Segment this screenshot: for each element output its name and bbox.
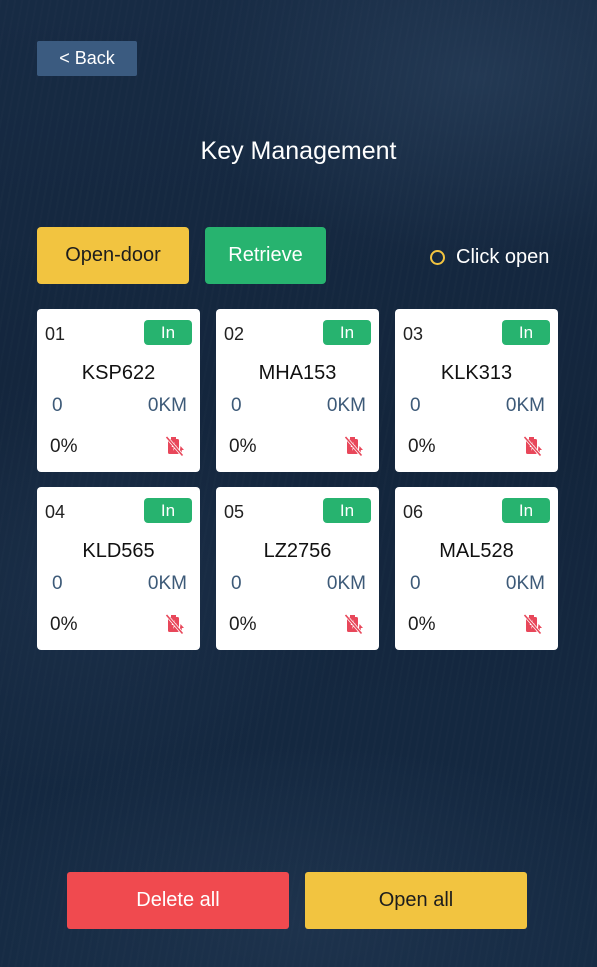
distance-value: 0KM <box>505 573 545 594</box>
usage-count: 0 <box>231 573 242 594</box>
plate-number: MHA153 <box>258 362 337 384</box>
status-badge: In <box>323 320 371 345</box>
plate-number: KLK313 <box>440 362 513 384</box>
click-open-label: Click open <box>456 245 550 268</box>
key-card-06[interactable]: 06 In MAL528 0 0KM 0% <box>395 487 558 650</box>
usage-count: 0 <box>231 395 242 416</box>
usage-count: 0 <box>410 395 421 416</box>
usage-count: 0 <box>52 573 63 594</box>
battery-level: 0% <box>408 436 436 457</box>
page-title: Key Management <box>200 137 397 165</box>
status-badge: In <box>502 498 550 523</box>
open-all-button[interactable]: Open all <box>305 872 527 929</box>
slot-number: 05 <box>224 502 245 522</box>
usage-count: 0 <box>52 395 63 416</box>
key-card-05[interactable]: 05 In LZ2756 0 0KM 0% <box>216 487 379 650</box>
status-badge: In <box>323 498 371 523</box>
slot-number: 04 <box>45 502 66 522</box>
distance-value: 0KM <box>147 573 187 594</box>
plate-number: LZ2756 <box>263 540 332 562</box>
usage-count: 0 <box>410 573 421 594</box>
distance-value: 0KM <box>326 573 366 594</box>
battery-level: 0% <box>50 436 78 457</box>
battery-level: 0% <box>229 436 257 457</box>
no-charging-icon <box>165 436 184 457</box>
no-charging-icon <box>523 436 542 457</box>
slot-number: 02 <box>224 324 245 344</box>
distance-value: 0KM <box>326 395 366 416</box>
no-charging-icon <box>523 614 542 635</box>
no-charging-icon <box>165 614 184 635</box>
click-open-toggle[interactable]: Click open <box>430 244 549 270</box>
key-card-02[interactable]: 02 In MHA153 0 0KM 0% <box>216 309 379 472</box>
no-charging-icon <box>344 614 363 635</box>
slot-number: 03 <box>403 324 424 344</box>
plate-number: KSP622 <box>81 362 156 384</box>
distance-value: 0KM <box>147 395 187 416</box>
plate-number: MAL528 <box>439 540 514 562</box>
distance-value: 0KM <box>505 395 545 416</box>
no-charging-icon <box>344 436 363 457</box>
status-badge: In <box>144 498 192 523</box>
battery-level: 0% <box>408 614 436 635</box>
slot-number: 01 <box>45 324 66 344</box>
key-card-01[interactable]: 01 In KSP622 0 0KM 0% <box>37 309 200 472</box>
key-card-03[interactable]: 03 In KLK313 0 0KM 0% <box>395 309 558 472</box>
status-badge: In <box>144 320 192 345</box>
retrieve-button[interactable]: Retrieve <box>205 227 326 284</box>
status-badge: In <box>502 320 550 345</box>
back-button[interactable]: < Back <box>37 41 137 76</box>
battery-level: 0% <box>50 614 78 635</box>
battery-level: 0% <box>229 614 257 635</box>
radio-circle-icon <box>430 249 445 265</box>
slot-number: 06 <box>403 502 424 522</box>
key-card-04[interactable]: 04 In KLD565 0 0KM 0% <box>37 487 200 650</box>
open-door-button[interactable]: Open-door <box>37 227 189 284</box>
plate-number: KLD565 <box>82 540 155 562</box>
delete-all-button[interactable]: Delete all <box>67 872 289 929</box>
